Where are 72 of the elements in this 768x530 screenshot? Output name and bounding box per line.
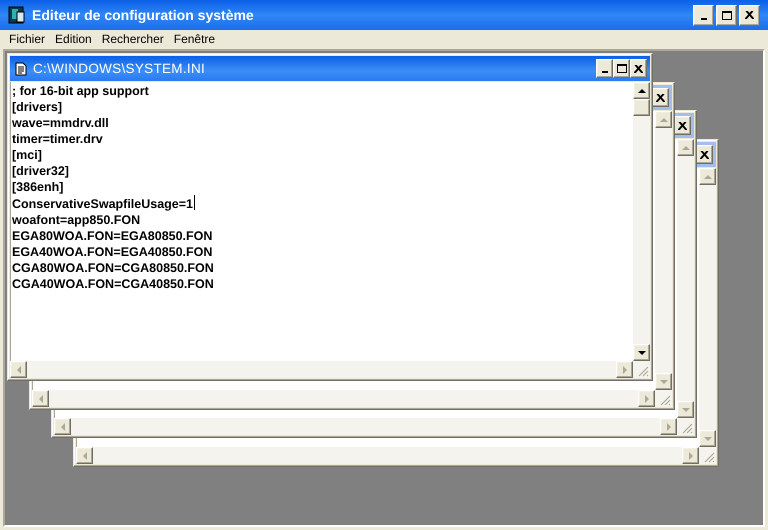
minimize-icon: [700, 18, 706, 20]
text-area[interactable]: [10, 82, 633, 361]
text-line: CGA80WOA.FON=CGA80850.FON: [12, 260, 214, 276]
right-arrow-icon: [620, 366, 628, 374]
text-line: ConservativeSwapfileUsage=1: [12, 195, 195, 212]
scroll-thumb[interactable]: [633, 99, 650, 116]
scroll-left-button[interactable]: [32, 390, 49, 407]
text-line: woafont=app850.FON: [12, 212, 140, 228]
horizontal-scrollbar[interactable]: [54, 418, 677, 435]
close-button[interactable]: [630, 59, 647, 78]
scroll-right-button[interactable]: [638, 390, 655, 407]
text-line: [driver32]: [12, 163, 69, 179]
text-line: EGA80WOA.FON=EGA80850.FON: [12, 228, 212, 244]
scroll-left-button[interactable]: [76, 447, 93, 464]
down-arrow-icon: [682, 406, 690, 414]
scroll-right-button[interactable]: [682, 447, 699, 464]
scroll-up-button[interactable]: [633, 82, 650, 99]
up-arrow-icon: [660, 116, 668, 124]
minimize-icon: [602, 71, 608, 73]
scroll-right-button[interactable]: [616, 361, 633, 378]
maximize-icon: [616, 64, 626, 73]
maximize-icon: [722, 10, 732, 20]
maximize-button[interactable]: [716, 4, 737, 26]
maximize-button[interactable]: [613, 59, 630, 78]
close-icon: [678, 122, 687, 130]
horizontal-scrollbar[interactable]: [10, 361, 633, 378]
vertical-scrollbar[interactable]: [633, 82, 650, 361]
text-line: timer=timer.drv: [12, 131, 103, 147]
right-arrow-icon: [664, 422, 672, 430]
down-arrow-icon: [660, 378, 668, 386]
close-button[interactable]: [739, 4, 760, 26]
up-arrow-icon: [638, 86, 646, 94]
text-line: ; for 16-bit app support: [12, 83, 149, 99]
menu-item[interactable]: Edition: [50, 32, 97, 46]
close-icon: [700, 150, 709, 158]
scroll-left-button[interactable]: [54, 418, 71, 435]
document-title: C:\WINDOWS\SYSTEM.INI: [33, 61, 206, 76]
left-arrow-icon: [80, 452, 88, 460]
horizontal-scrollbar[interactable]: [32, 390, 655, 407]
down-arrow-icon: [704, 434, 712, 442]
down-arrow-icon: [638, 348, 646, 356]
minimize-button[interactable]: [693, 4, 714, 26]
text-line: [386enh]: [12, 179, 64, 195]
app-icon: [8, 6, 26, 24]
right-arrow-icon: [642, 394, 650, 402]
minimize-button[interactable]: [596, 59, 613, 78]
menu-item[interactable]: Rechercher: [96, 32, 169, 46]
text-line: EGA40WOA.FON=EGA40850.FON: [12, 244, 212, 260]
up-arrow-icon: [704, 172, 712, 180]
horizontal-scrollbar[interactable]: [76, 447, 699, 464]
right-arrow-icon: [686, 452, 694, 460]
left-arrow-icon: [14, 366, 22, 374]
left-arrow-icon: [58, 422, 66, 430]
text-line: [mci]: [12, 147, 42, 163]
close-icon: [656, 94, 665, 102]
document-icon: [15, 62, 27, 76]
left-arrow-icon: [36, 394, 44, 402]
menu-item[interactable]: Fenêtre: [168, 32, 220, 46]
close-icon: [745, 11, 754, 19]
text-line: wave=mmdrv.dll: [12, 115, 109, 131]
menu-item[interactable]: Fichier: [4, 32, 50, 46]
close-icon: [634, 64, 643, 72]
close-button[interactable]: [674, 116, 691, 135]
window-title: Editeur de configuration système: [32, 7, 255, 23]
close-button[interactable]: [696, 145, 713, 164]
text-line: [drivers]: [12, 99, 62, 115]
scroll-left-button[interactable]: [10, 361, 27, 378]
up-arrow-icon: [682, 144, 690, 152]
text-line: CGA40WOA.FON=CGA40850.FON: [12, 276, 214, 292]
scroll-right-button[interactable]: [660, 418, 677, 435]
close-button[interactable]: [652, 88, 669, 107]
scroll-down-button[interactable]: [633, 344, 650, 361]
